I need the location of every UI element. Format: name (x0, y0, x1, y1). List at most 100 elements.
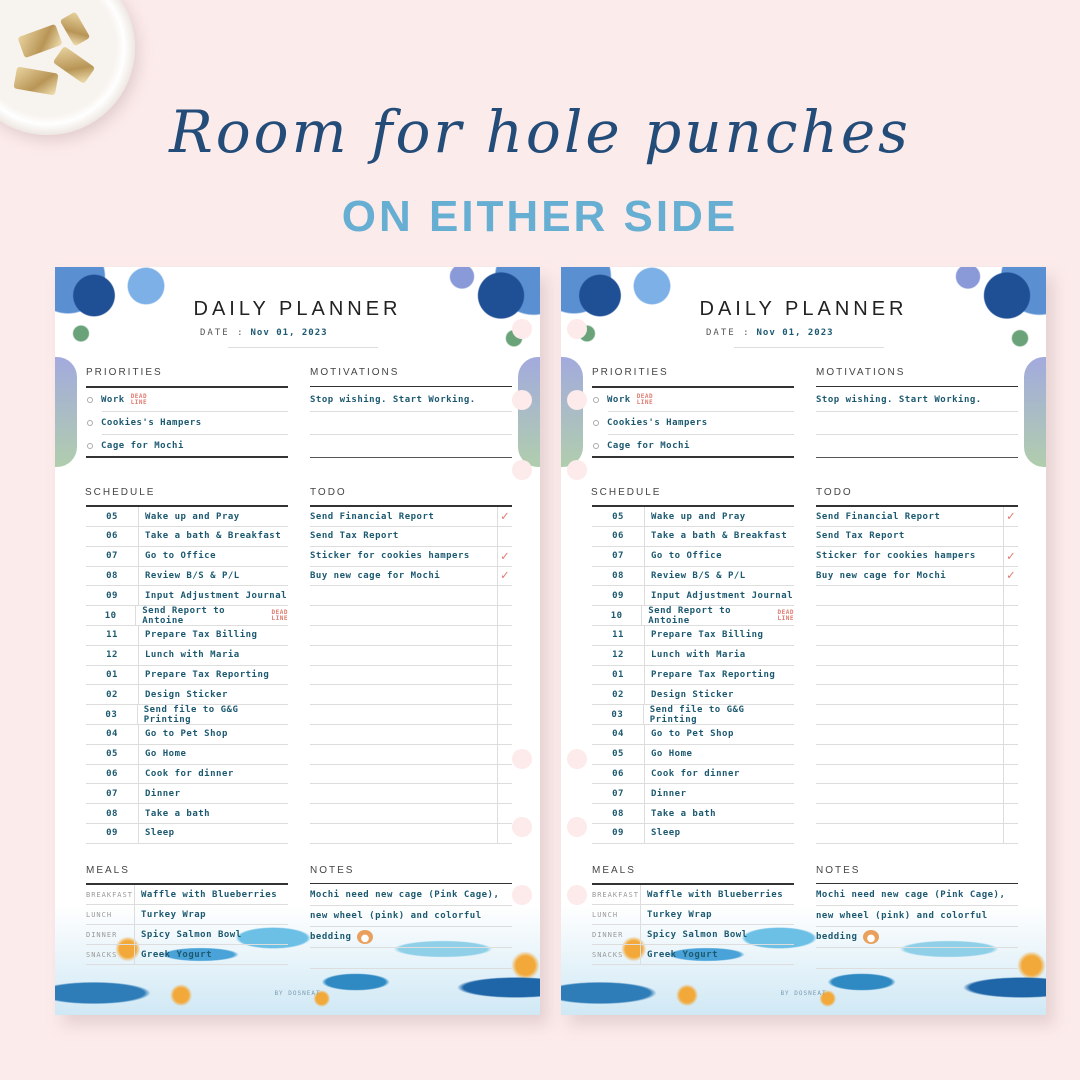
schedule-row[interactable]: 11 Prepare Tax Billing (86, 625, 288, 646)
priority-item[interactable]: Work DEAD LINE (593, 389, 794, 412)
todo-item[interactable] (310, 626, 512, 646)
schedule-row[interactable]: 12 Lunch with Maria (86, 645, 288, 666)
todo-item[interactable] (816, 764, 1018, 785)
meal-row[interactable]: BREAKFAST Waffle with Blueberries (592, 885, 794, 905)
notes-line[interactable]: Mochi need new cage (Pink Cage), (816, 885, 1018, 906)
todo-item[interactable] (310, 685, 512, 706)
todo-item[interactable]: Send Financial Report ✓ (816, 507, 1018, 527)
schedule-row[interactable]: 08 Review B/S & P/L (86, 566, 288, 587)
todo-item[interactable] (310, 764, 512, 785)
todo-item[interactable] (816, 725, 1018, 745)
schedule-row[interactable]: 02 Design Sticker (592, 685, 794, 706)
todo-item[interactable] (816, 626, 1018, 646)
meal-row[interactable]: SNACKS Greek Yogurt (592, 945, 794, 965)
meal-row[interactable]: SNACKS Greek Yogurt (86, 945, 288, 965)
checkmark-icon[interactable]: ✓ (498, 509, 512, 524)
todo-item[interactable] (310, 606, 512, 626)
todo-item[interactable] (310, 824, 512, 844)
schedule-row[interactable]: 11 Prepare Tax Billing (592, 625, 794, 646)
todo-item[interactable]: Buy new cage for Mochi ✓ (816, 566, 1018, 587)
notes-line[interactable] (816, 948, 1018, 969)
meal-row[interactable]: DINNER Spicy Salmon Bowl (592, 925, 794, 945)
schedule-row[interactable]: 09 Sleep (592, 823, 794, 844)
schedule-row[interactable]: 06 Take a bath & Breakfast (86, 526, 288, 547)
schedule-row[interactable]: 07 Go to Office (86, 546, 288, 567)
notes-line[interactable]: new wheel (pink) and colorful (310, 906, 512, 927)
schedule-row[interactable]: 03 Send file to G&G Printing (592, 705, 794, 725)
todo-item[interactable] (816, 824, 1018, 844)
checkmark-icon[interactable]: ✓ (1004, 568, 1018, 583)
schedule-row[interactable]: 07 Dinner (86, 784, 288, 805)
priority-item[interactable]: Cookies's Hampers (593, 412, 794, 435)
todo-item[interactable] (310, 665, 512, 686)
schedule-row[interactable]: 06 Cook for dinner (86, 764, 288, 785)
todo-item[interactable] (816, 705, 1018, 725)
schedule-row[interactable]: 09 Input Adjustment Journal (592, 586, 794, 607)
todo-item[interactable] (310, 745, 512, 765)
meal-row[interactable]: DINNER Spicy Salmon Bowl (86, 925, 288, 945)
schedule-row[interactable]: 04 Go to Pet Shop (592, 724, 794, 745)
notes-line[interactable]: new wheel (pink) and colorful (816, 906, 1018, 927)
todo-item[interactable] (816, 586, 1018, 607)
priority-item[interactable]: Work DEAD LINE (87, 389, 288, 412)
priority-item[interactable]: Cage for Mochi (593, 435, 794, 458)
priority-item[interactable]: Cage for Mochi (87, 435, 288, 458)
meal-row[interactable]: LUNCH Turkey Wrap (592, 905, 794, 925)
schedule-row[interactable]: 08 Take a bath (86, 804, 288, 824)
motivation-line[interactable] (310, 435, 512, 458)
motivation-line[interactable] (310, 412, 512, 435)
checkmark-icon[interactable]: ✓ (1004, 549, 1018, 564)
todo-item[interactable] (310, 804, 512, 824)
todo-item[interactable]: Sticker for cookies hampers ✓ (310, 547, 512, 567)
notes-line[interactable] (310, 948, 512, 969)
todo-item[interactable]: Buy new cage for Mochi ✓ (310, 566, 512, 587)
schedule-row[interactable]: 10 Send Report to Antoine DEAD LINE (86, 606, 288, 626)
notes-line[interactable]: bedding (310, 927, 512, 948)
todo-item[interactable] (816, 804, 1018, 824)
notes-line[interactable]: Mochi need new cage (Pink Cage), (310, 885, 512, 906)
schedule-row[interactable]: 02 Design Sticker (86, 685, 288, 706)
todo-item[interactable] (310, 705, 512, 725)
meal-row[interactable]: BREAKFAST Waffle with Blueberries (86, 885, 288, 905)
checkmark-icon[interactable]: ✓ (498, 568, 512, 583)
schedule-row[interactable]: 04 Go to Pet Shop (86, 724, 288, 745)
todo-item[interactable] (816, 665, 1018, 686)
todo-item[interactable]: Send Tax Report (310, 527, 512, 547)
notes-line[interactable]: bedding (816, 927, 1018, 948)
schedule-row[interactable]: 09 Input Adjustment Journal (86, 586, 288, 607)
schedule-row[interactable]: 05 Wake up and Pray (86, 507, 288, 527)
schedule-row[interactable]: 08 Review B/S & P/L (592, 566, 794, 587)
todo-item[interactable] (310, 725, 512, 745)
schedule-row[interactable]: 05 Wake up and Pray (592, 507, 794, 527)
motivation-line[interactable]: Stop wishing. Start Working. (816, 389, 1018, 412)
todo-item[interactable] (310, 586, 512, 607)
schedule-row[interactable]: 07 Go to Office (592, 546, 794, 567)
todo-item[interactable] (816, 685, 1018, 706)
meal-row[interactable]: LUNCH Turkey Wrap (86, 905, 288, 925)
date-value[interactable]: Nov 01, 2023 (251, 328, 328, 338)
schedule-row[interactable]: 12 Lunch with Maria (592, 645, 794, 666)
todo-item[interactable] (816, 784, 1018, 805)
todo-item[interactable] (816, 745, 1018, 765)
schedule-row[interactable]: 07 Dinner (592, 784, 794, 805)
motivation-line[interactable] (816, 435, 1018, 458)
todo-item[interactable] (816, 646, 1018, 666)
schedule-row[interactable]: 06 Take a bath & Breakfast (592, 526, 794, 547)
schedule-row[interactable]: 05 Go Home (86, 744, 288, 765)
motivation-line[interactable] (816, 412, 1018, 435)
checkmark-icon[interactable]: ✓ (1004, 509, 1018, 524)
schedule-row[interactable]: 08 Take a bath (592, 804, 794, 824)
checkmark-icon[interactable]: ✓ (498, 549, 512, 564)
schedule-row[interactable]: 05 Go Home (592, 744, 794, 765)
motivation-line[interactable]: Stop wishing. Start Working. (310, 389, 512, 412)
schedule-row[interactable]: 01 Prepare Tax Reporting (86, 665, 288, 686)
todo-item[interactable]: Sticker for cookies hampers ✓ (816, 547, 1018, 567)
schedule-row[interactable]: 03 Send file to G&G Printing (86, 705, 288, 725)
todo-item[interactable]: Send Tax Report (816, 527, 1018, 547)
schedule-row[interactable]: 01 Prepare Tax Reporting (592, 665, 794, 686)
schedule-row[interactable]: 10 Send Report to Antoine DEAD LINE (592, 606, 794, 626)
schedule-row[interactable]: 06 Cook for dinner (592, 764, 794, 785)
todo-item[interactable] (816, 606, 1018, 626)
todo-item[interactable] (310, 646, 512, 666)
todo-item[interactable]: Send Financial Report ✓ (310, 507, 512, 527)
